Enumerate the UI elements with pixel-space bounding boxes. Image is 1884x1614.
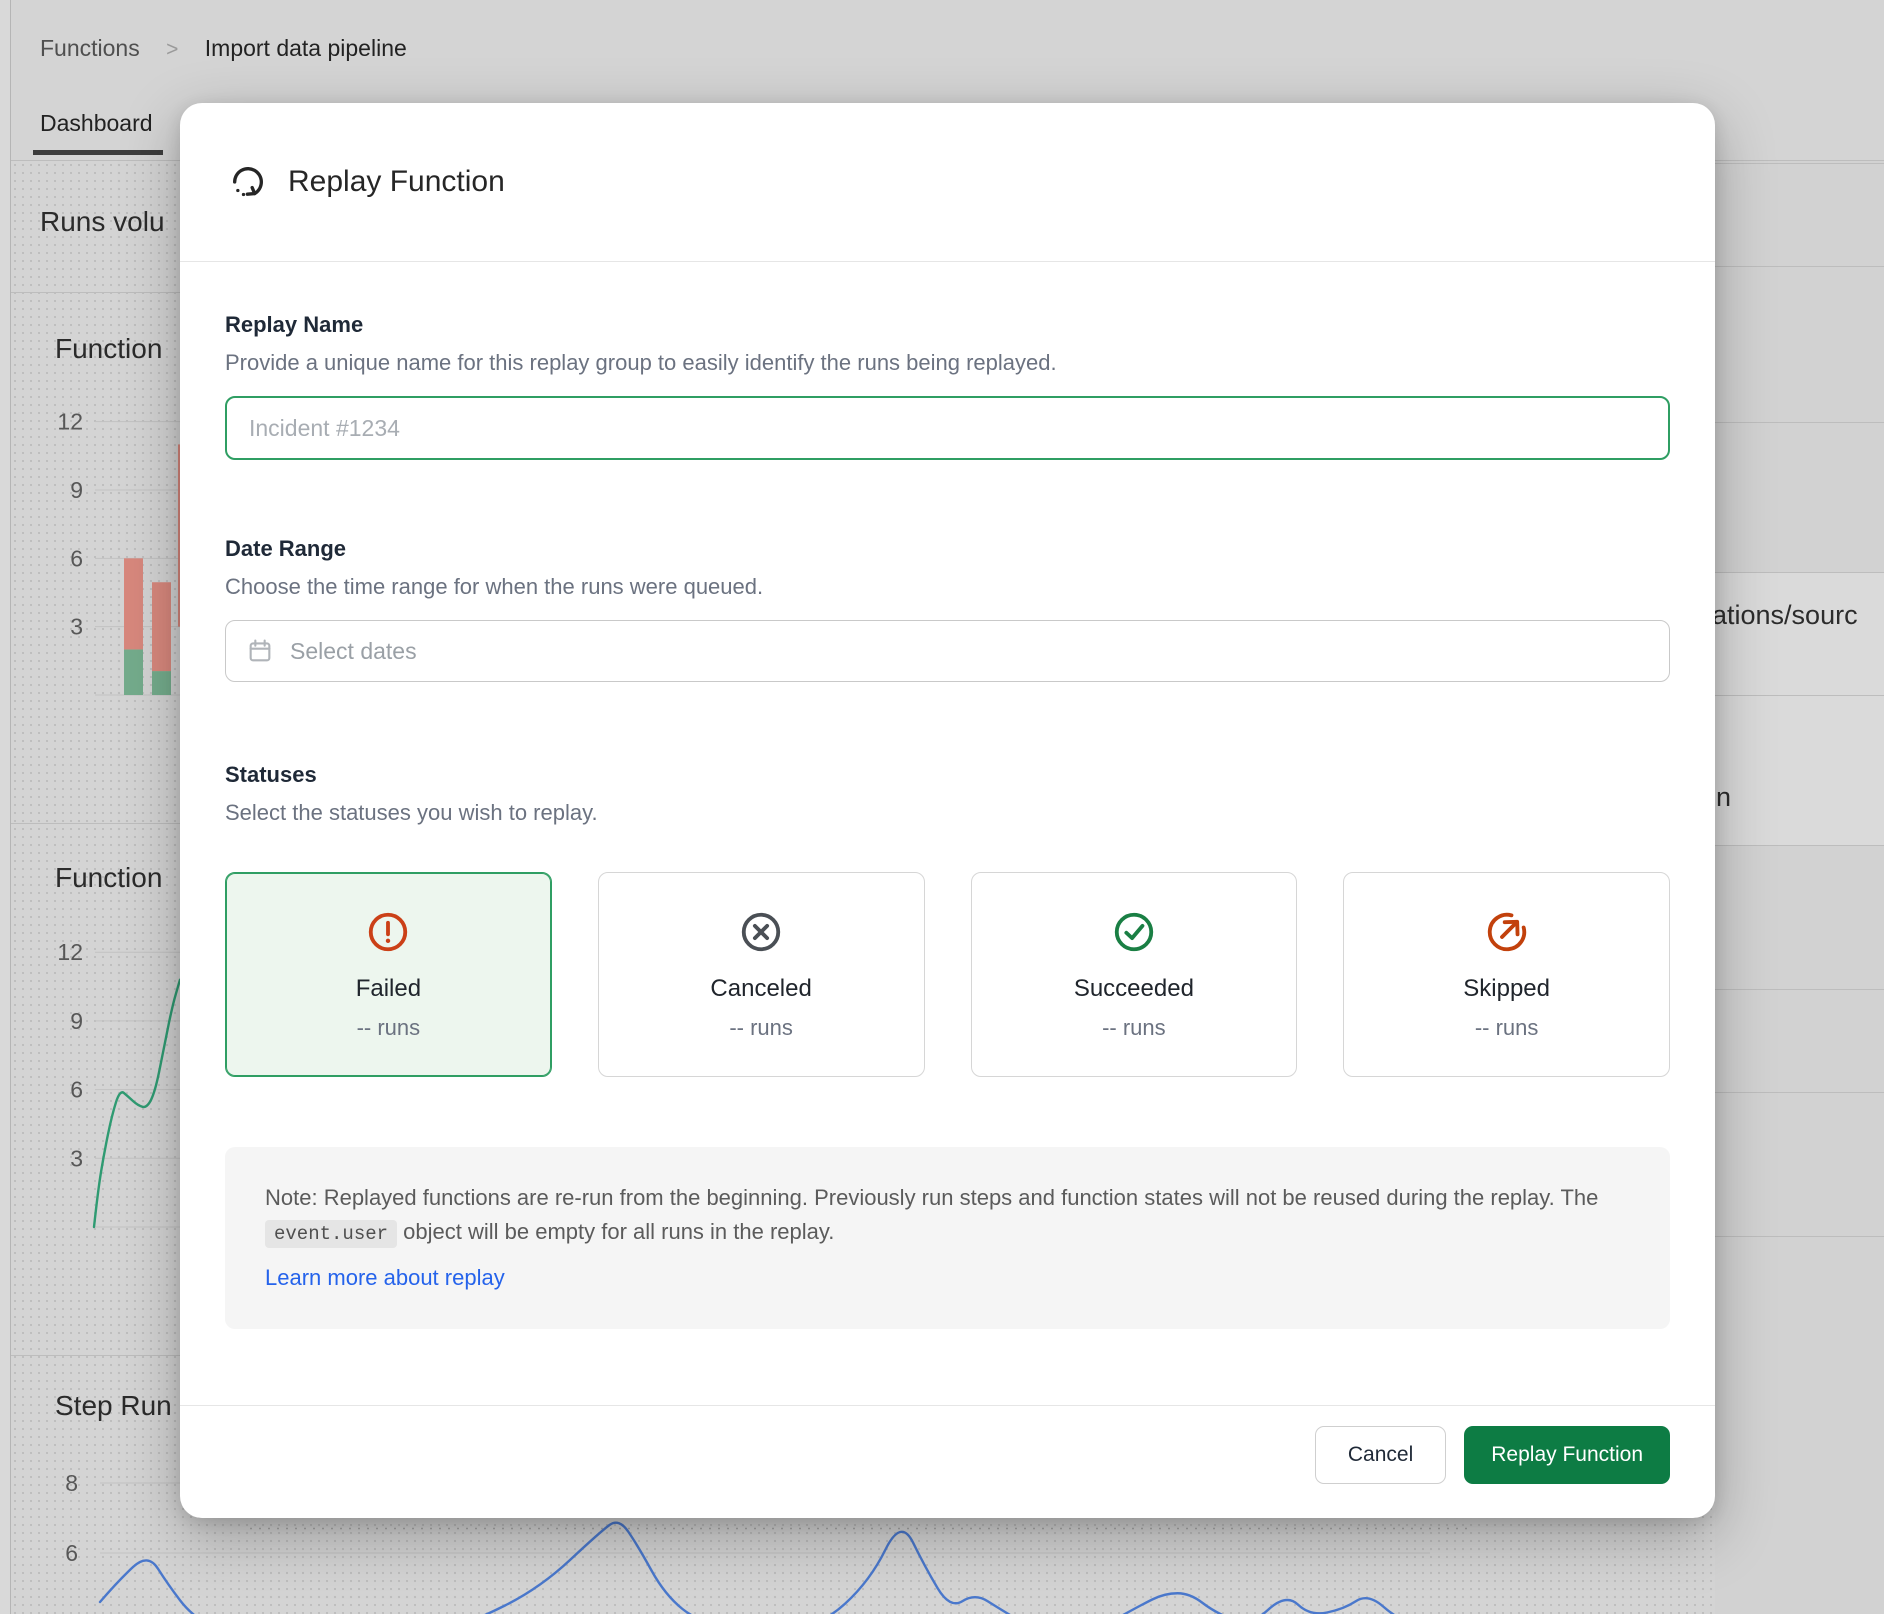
replay-name-description: Provide a unique name for this replay gr…: [225, 350, 1670, 376]
check-circle-icon: [1111, 909, 1157, 955]
date-range-label: Date Range: [225, 536, 1670, 562]
modal-header: Replay Function: [180, 103, 1715, 262]
row-divider: [1715, 422, 1884, 423]
replay-name-section: Replay Name Provide a unique name for th…: [225, 312, 1670, 460]
row-divider: [1715, 1092, 1884, 1093]
breadcrumb-item-function-name[interactable]: Import data pipeline: [205, 35, 407, 61]
page-left-border: [0, 0, 11, 1614]
learn-more-link[interactable]: Learn more about replay: [265, 1261, 505, 1295]
status-card-label: Skipped: [1463, 975, 1550, 1003]
function-chart-heading: Function: [55, 333, 162, 365]
replay-function-modal: Replay Function Replay Name Provide a un…: [180, 103, 1715, 1518]
row-divider: [1715, 695, 1884, 696]
replay-icon: [228, 162, 268, 202]
statuses-section: Statuses Select the statuses you wish to…: [225, 762, 1670, 1077]
status-card-skipped[interactable]: Skipped -- runs: [1343, 872, 1670, 1077]
alert-circle-icon: [365, 909, 411, 955]
row-divider: [1715, 266, 1884, 267]
background-table-right: [1715, 161, 1884, 1614]
modal-footer: Cancel Replay Function: [180, 1405, 1715, 1518]
chevron-right-icon: >: [166, 38, 178, 61]
modal-body: Replay Name Provide a unique name for th…: [180, 262, 1715, 1405]
replay-name-input[interactable]: [225, 396, 1670, 460]
status-card-runs: -- runs: [1102, 1015, 1166, 1041]
row-divider: [1715, 572, 1884, 573]
status-card-runs: -- runs: [1475, 1015, 1539, 1041]
status-card-label: Succeeded: [1074, 975, 1194, 1003]
date-range-section: Date Range Choose the time range for whe…: [225, 536, 1670, 682]
truncated-event-name: ations/sourc: [1712, 600, 1858, 631]
cancel-button[interactable]: Cancel: [1315, 1426, 1446, 1484]
status-card-failed[interactable]: Failed -- runs: [225, 872, 552, 1077]
status-card-succeeded[interactable]: Succeeded -- runs: [971, 872, 1298, 1077]
statuses-label: Statuses: [225, 762, 1670, 788]
status-card-runs: -- runs: [357, 1015, 421, 1041]
note-text: Note: Replayed functions are re-run from…: [265, 1185, 1598, 1210]
date-range-input[interactable]: Select dates: [225, 620, 1670, 682]
replay-name-label: Replay Name: [225, 312, 1670, 338]
status-card-label: Canceled: [710, 975, 811, 1003]
code-chip-event-user: event.user: [265, 1220, 397, 1248]
tab-active-underline: [33, 150, 163, 155]
row-divider: [1715, 989, 1884, 990]
status-card-label: Failed: [356, 975, 421, 1003]
tab-dashboard[interactable]: Dashboard: [40, 110, 153, 137]
date-range-description: Choose the time range for when the runs …: [225, 574, 1670, 600]
replay-note: Note: Replayed functions are re-run from…: [225, 1147, 1670, 1329]
screen: Functions > Import data pipeline Dashboa…: [0, 0, 1884, 1614]
status-cards: Failed -- runs Canceled -- runs: [225, 872, 1670, 1077]
modal-title: Replay Function: [288, 165, 505, 199]
step-runs-heading: Step Run: [55, 1390, 172, 1422]
status-card-runs: -- runs: [729, 1015, 793, 1041]
function-chart-heading-2: Function: [55, 862, 162, 894]
statuses-description: Select the statuses you wish to replay.: [225, 800, 1670, 826]
calendar-icon: [246, 637, 274, 665]
row-divider: [1715, 1236, 1884, 1237]
status-card-canceled[interactable]: Canceled -- runs: [598, 872, 925, 1077]
x-circle-icon: [738, 909, 784, 955]
row-divider: [1715, 845, 1884, 846]
note-text: object will be empty for all runs in the…: [397, 1219, 834, 1244]
runs-volume-heading: Runs volu: [40, 206, 165, 238]
truncated-text: n: [1716, 782, 1731, 813]
skip-circle-icon: [1484, 909, 1530, 955]
breadcrumb: Functions > Import data pipeline: [40, 30, 407, 66]
breadcrumb-item-functions[interactable]: Functions: [40, 35, 140, 61]
row-divider: [1715, 163, 1884, 164]
replay-function-button[interactable]: Replay Function: [1464, 1426, 1670, 1484]
date-range-placeholder: Select dates: [290, 638, 417, 665]
